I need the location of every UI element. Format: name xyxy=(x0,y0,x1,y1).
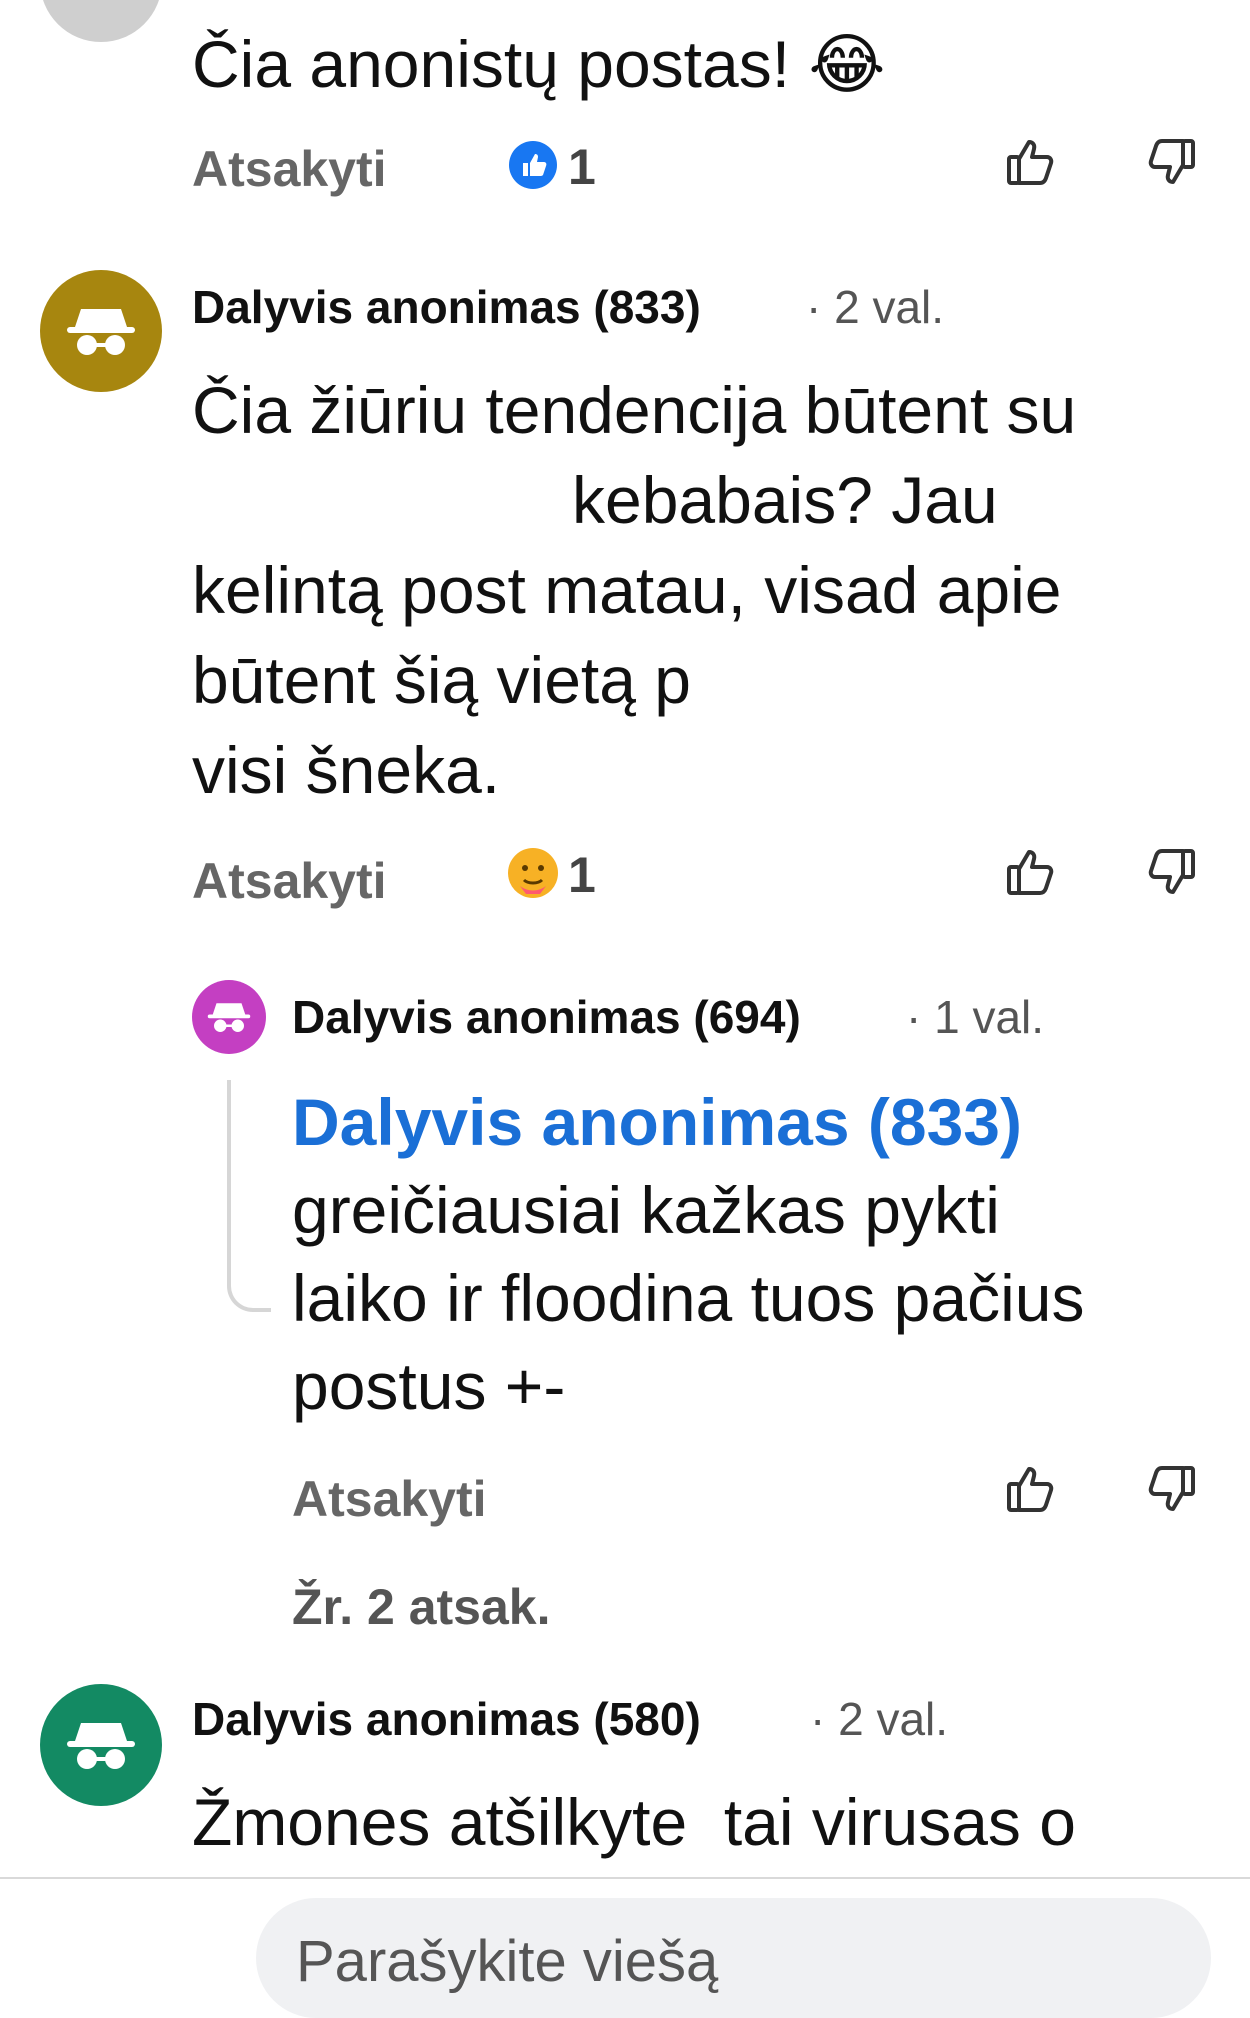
comment-line-5: visi šneka. xyxy=(192,733,501,807)
incognito-icon xyxy=(67,309,135,355)
comment-time: · 2 val. xyxy=(806,281,945,333)
comment-top-text: Čia anonistų postas! 😂 xyxy=(192,27,886,101)
hug-reaction-icon[interactable] xyxy=(506,846,560,900)
comment-text: Žmones atšilkyte tai virusas o xyxy=(192,1785,1076,1859)
comment-line-1: Čia žiūriu tendencija būtent su xyxy=(192,373,1077,447)
thumbs-up-icon[interactable] xyxy=(1005,135,1059,189)
thumbs-up-icon[interactable] xyxy=(1005,1462,1059,1516)
mention-link[interactable]: Dalyvis anonimas (833) xyxy=(292,1078,1022,1166)
comment-line-4: būtent šią vietą p xyxy=(192,643,691,717)
reply-button[interactable]: Atsakyti xyxy=(192,140,387,198)
comment-time: · 2 val. xyxy=(810,1693,949,1745)
avatar-top-partial[interactable] xyxy=(40,0,162,42)
avatar[interactable] xyxy=(192,980,266,1054)
avatar[interactable] xyxy=(40,270,162,392)
reply-button[interactable]: Atsakyti xyxy=(292,1470,487,1528)
thumbs-down-icon[interactable] xyxy=(1143,135,1197,189)
thumbs-down-icon[interactable] xyxy=(1143,845,1197,899)
reply-line-1: greičiausiai kažkas pykti xyxy=(292,1173,1000,1247)
incognito-icon xyxy=(207,1003,251,1032)
like-reaction-icon[interactable] xyxy=(508,140,558,190)
avatar[interactable] xyxy=(40,1684,162,1806)
comment-line-3: kelintą post matau, visad apie xyxy=(192,553,1062,627)
comment-composer-input[interactable]: Parašykite viešą xyxy=(256,1898,1211,2018)
reply-line-3: postus +- xyxy=(292,1349,566,1423)
reply-author[interactable]: Dalyvis anonimas (694) xyxy=(292,990,801,1044)
thread-connector xyxy=(227,1080,271,1312)
reply-line-2: laiko ir floodina tuos pačius xyxy=(292,1261,1085,1335)
comment-line-2: kebabais? Jau xyxy=(572,463,998,537)
thumbs-down-icon[interactable] xyxy=(1143,1462,1197,1516)
comment-author[interactable]: Dalyvis anonimas (833) xyxy=(192,280,701,334)
reply-button[interactable]: Atsakyti xyxy=(192,852,387,910)
reaction-count: 1 xyxy=(568,139,596,195)
comment-author[interactable]: Dalyvis anonimas (580) xyxy=(192,1692,701,1746)
thumbs-up-icon[interactable] xyxy=(1005,845,1059,899)
view-replies-link[interactable]: Žr. 2 atsak. xyxy=(292,1578,551,1636)
incognito-icon xyxy=(67,1723,135,1769)
reply-time: · 1 val. xyxy=(906,991,1045,1043)
reaction-count: 1 xyxy=(568,847,596,903)
